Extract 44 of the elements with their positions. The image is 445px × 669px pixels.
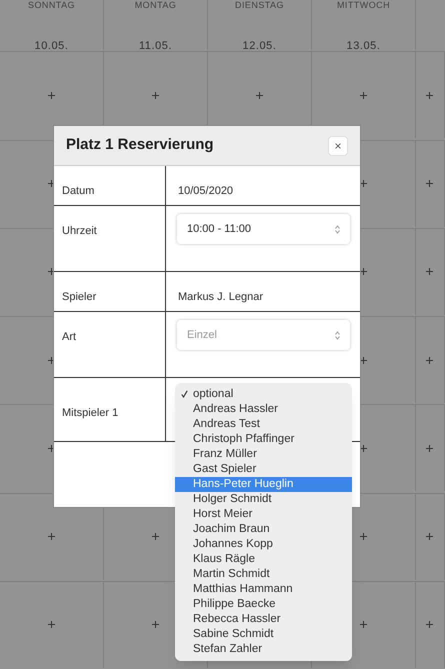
field-label: Mitspieler 1	[62, 407, 118, 419]
dropdown-option[interactable]: Andreas Test	[175, 417, 352, 432]
field-label: Art	[62, 331, 76, 343]
select-field[interactable]: 10:00 - 11:00	[177, 214, 350, 244]
close-button[interactable]: ×	[328, 136, 348, 156]
plus-icon[interactable]	[48, 444, 55, 452]
field-value: 10/05/2020	[178, 185, 234, 197]
field-label: Uhrzeit	[62, 225, 97, 237]
dropdown-option[interactable]: optional	[175, 387, 352, 402]
dropdown-option[interactable]: Hans-Peter Hueglin	[175, 477, 352, 492]
dropdown-option[interactable]: Franz Müller	[175, 447, 352, 462]
dropdown-option[interactable]: Rebecca Hassler	[175, 612, 352, 627]
day-name: MONTAG	[134, 0, 176, 10]
dropdown-option[interactable]: Holger Schmidt	[175, 492, 352, 507]
day-date: 12.05.	[242, 39, 276, 54]
day-name: DIENSTAG	[235, 0, 284, 10]
field-label: Datum	[62, 185, 94, 197]
plus-icon[interactable]	[48, 268, 55, 276]
dropdown-option[interactable]: Martin Schmidt	[175, 567, 352, 582]
plus-icon[interactable]	[48, 180, 55, 187]
day-date: 13.05.	[346, 39, 380, 54]
dropdown-option[interactable]: Andreas Hassler	[175, 402, 352, 417]
dropdown-option[interactable]: Stefan Zahler	[175, 642, 352, 657]
dropdown-option[interactable]: Matthias Hammann	[175, 582, 352, 597]
day-name: SONNTAG	[28, 0, 75, 10]
select-value: 10:00 - 11:00	[187, 222, 252, 237]
dropdown-option[interactable]: Joachim Braun	[175, 522, 352, 537]
dropdown-option[interactable]: Johannes Kopp	[175, 537, 352, 552]
dropdown-option[interactable]: Sabine Schmidt	[175, 627, 352, 642]
dialog-title: Platz 1 Reservierung	[66, 135, 214, 156]
dropdown-option[interactable]: Philippe Baecke	[175, 597, 352, 612]
plus-icon[interactable]	[48, 356, 55, 364]
field-value: Markus J. Legnar	[178, 291, 263, 303]
updown-icon	[335, 330, 340, 340]
dropdown-option[interactable]: Klaus Rägle	[175, 552, 352, 567]
updown-icon	[335, 224, 340, 234]
field-label: Spieler	[62, 291, 96, 303]
dropdown-option[interactable]: Christoph Pfaffinger	[175, 432, 352, 447]
day-date: 11.05.	[138, 39, 172, 54]
day-name: MITTWOCH	[336, 0, 390, 10]
dropdown-option[interactable]: Gast Spieler	[175, 462, 352, 477]
select-value: Einzel	[187, 328, 217, 343]
dropdown-option[interactable]: Horst Meier	[175, 507, 352, 522]
day-date: 10.05.	[34, 39, 68, 54]
